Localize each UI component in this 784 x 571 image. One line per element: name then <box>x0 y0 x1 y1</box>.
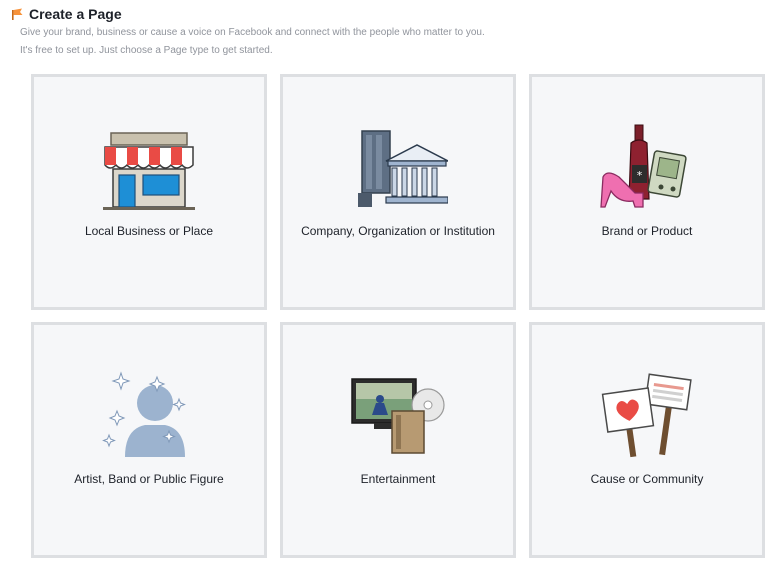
tile-entertainment[interactable]: Entertainment <box>280 322 516 558</box>
tile-label: Artist, Band or Public Figure <box>74 472 224 486</box>
title-row: Create a Page <box>10 5 122 23</box>
page-type-grid: Local Business or Place Company, Organiz… <box>31 74 765 558</box>
tile-label: Local Business or Place <box>84 224 214 238</box>
person-silhouette-icon <box>99 369 199 461</box>
tile-label: Entertainment <box>360 472 436 486</box>
flag-icon <box>10 7 24 21</box>
tile-local-business[interactable]: Local Business or Place <box>31 74 267 310</box>
page-header: Create a Page <box>10 5 122 23</box>
products-icon: * <box>597 121 697 213</box>
media-icon <box>348 369 448 461</box>
signs-icon <box>597 369 697 461</box>
tile-label: Company, Organization or Institution <box>301 224 495 238</box>
tile-label: Brand or Product <box>601 224 693 238</box>
page-title: Create a Page <box>29 6 122 22</box>
tile-cause-community[interactable]: Cause or Community <box>529 322 765 558</box>
page-subtitle-1: Give your brand, business or cause a voi… <box>20 27 485 38</box>
storefront-icon <box>99 121 199 213</box>
tile-artist-band[interactable]: Artist, Band or Public Figure <box>31 322 267 558</box>
tile-label: Cause or Community <box>590 472 704 486</box>
svg-text:*: * <box>637 169 643 182</box>
tile-company[interactable]: Company, Organization or Institution <box>280 74 516 310</box>
page-subtitle-2: It's free to set up. Just choose a Page … <box>20 45 273 56</box>
buildings-icon <box>348 121 449 213</box>
tile-brand-product[interactable]: * Brand or Product <box>529 74 765 310</box>
